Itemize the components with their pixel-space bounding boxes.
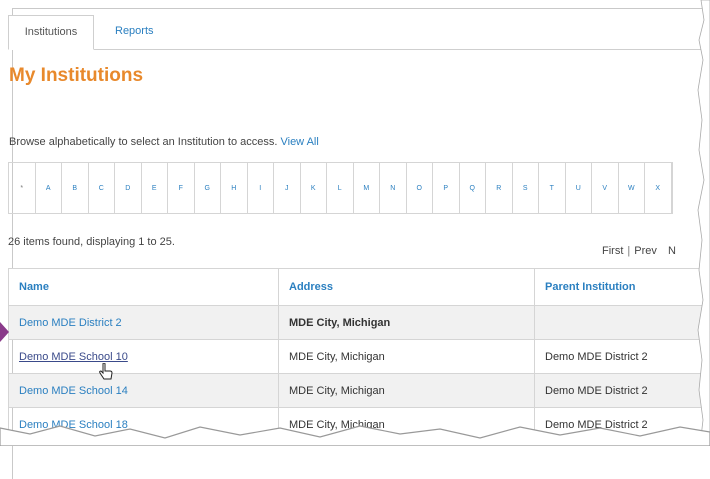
torn-edge-bottom bbox=[0, 420, 710, 446]
alphabet-letter-i[interactable]: I bbox=[248, 163, 275, 213]
alphabet-letter-k[interactable]: K bbox=[301, 163, 328, 213]
institutions-table: Name Address Parent Institution Demo MDE… bbox=[8, 268, 710, 442]
institution-address: MDE City, Michigan bbox=[279, 374, 535, 408]
institution-address: MDE City, Michigan bbox=[279, 340, 535, 374]
hand-pointer-icon bbox=[99, 363, 113, 381]
alphabet-letter-o[interactable]: O bbox=[407, 163, 434, 213]
alphabet-letter-p[interactable]: P bbox=[433, 163, 460, 213]
alphabet-letter-v[interactable]: V bbox=[592, 163, 619, 213]
tab-bar: Institutions Reports bbox=[8, 15, 708, 50]
alphabet-letter-f[interactable]: F bbox=[168, 163, 195, 213]
alphabet-letter-s[interactable]: S bbox=[513, 163, 540, 213]
alphabet-letter-m[interactable]: M bbox=[354, 163, 381, 213]
tab-institutions[interactable]: Institutions bbox=[8, 15, 94, 50]
column-header-parent[interactable]: Parent Institution bbox=[535, 269, 710, 306]
institution-parent: Demo MDE District 2 bbox=[535, 374, 710, 408]
pager-next-link[interactable]: N bbox=[668, 245, 676, 257]
tab-reports[interactable]: Reports bbox=[105, 15, 164, 48]
alphabet-letter-c[interactable]: C bbox=[89, 163, 116, 213]
institution-name-link[interactable]: Demo MDE District 2 bbox=[9, 306, 279, 340]
alphabet-letter-e[interactable]: E bbox=[142, 163, 169, 213]
alphabet-letter-r[interactable]: R bbox=[486, 163, 513, 213]
table-row: Demo MDE District 2 MDE City, Michigan bbox=[9, 306, 710, 340]
table-row: Demo MDE School 10 MDE City, Michigan De… bbox=[9, 340, 710, 374]
pager-first-link[interactable]: First bbox=[602, 245, 623, 257]
alphabet-letter-j[interactable]: J bbox=[274, 163, 301, 213]
alphabet-letter-q[interactable]: Q bbox=[460, 163, 487, 213]
institution-address: MDE City, Michigan bbox=[279, 306, 535, 340]
alphabet-letter-t[interactable]: T bbox=[539, 163, 566, 213]
institution-parent: Demo MDE District 2 bbox=[535, 340, 710, 374]
pager-separator: | bbox=[627, 245, 630, 257]
alphabet-letter-all[interactable]: * bbox=[9, 163, 36, 213]
alphabet-letter-l[interactable]: L bbox=[327, 163, 354, 213]
alphabet-letter-g[interactable]: G bbox=[195, 163, 222, 213]
table-header-row: Name Address Parent Institution bbox=[9, 269, 710, 306]
alphabet-filter: *ABCDEFGHIJKLMNOPQRSTUVWX bbox=[8, 162, 673, 214]
alphabet-letter-u[interactable]: U bbox=[566, 163, 593, 213]
column-header-name[interactable]: Name bbox=[9, 269, 279, 306]
alphabet-letter-a[interactable]: A bbox=[36, 163, 63, 213]
institution-name-link[interactable]: Demo MDE School 10 bbox=[9, 340, 279, 374]
alphabet-letter-b[interactable]: B bbox=[62, 163, 89, 213]
alphabet-letter-h[interactable]: H bbox=[221, 163, 248, 213]
alphabet-letter-n[interactable]: N bbox=[380, 163, 407, 213]
alphabet-letter-x[interactable]: X bbox=[645, 163, 672, 213]
view-all-link[interactable]: View All bbox=[280, 136, 318, 148]
page-title: My Institutions bbox=[9, 65, 143, 87]
column-header-address[interactable]: Address bbox=[279, 269, 535, 306]
browse-instructions: Browse alphabetically to select an Insti… bbox=[9, 136, 319, 148]
pager-prev-link[interactable]: Prev bbox=[634, 245, 657, 257]
alphabet-letter-w[interactable]: W bbox=[619, 163, 646, 213]
browse-text: Browse alphabetically to select an Insti… bbox=[9, 136, 277, 148]
callout-arrow-icon bbox=[0, 322, 9, 342]
torn-edge-right bbox=[696, 0, 710, 446]
results-count: 26 items found, displaying 1 to 25. bbox=[8, 236, 175, 248]
institution-parent bbox=[535, 306, 710, 340]
table-row: Demo MDE School 14 MDE City, Michigan De… bbox=[9, 374, 710, 408]
institution-name-link[interactable]: Demo MDE School 14 bbox=[9, 374, 279, 408]
pager: First | Prev N bbox=[602, 245, 676, 257]
alphabet-letter-d[interactable]: D bbox=[115, 163, 142, 213]
